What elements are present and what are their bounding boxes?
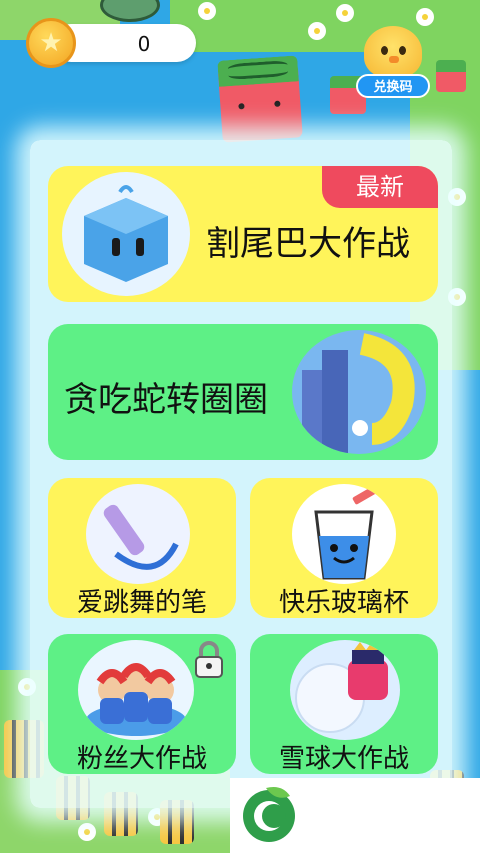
watermelon-block-decoration bbox=[217, 55, 303, 143]
leaf-logo-icon bbox=[236, 782, 302, 848]
game-card-snowball-battle[interactable]: 雪球大作战 bbox=[250, 634, 438, 774]
flower-decoration bbox=[200, 4, 214, 18]
game-title: 爱跳舞的笔 bbox=[76, 588, 207, 618]
game-card-snake-spin[interactable]: 贪吃蛇转圈圈 bbox=[48, 324, 438, 460]
coin-counter: 0 ★ bbox=[26, 18, 198, 68]
glass-thumbnail bbox=[292, 484, 396, 584]
fans-thumbnail bbox=[78, 640, 194, 740]
watermelon-block-decoration bbox=[436, 60, 466, 92]
game-title: 粉丝大作战 bbox=[76, 744, 207, 774]
flower-decoration bbox=[80, 825, 94, 839]
redeem-code-label: 兑换码 bbox=[356, 74, 430, 98]
whale-thumbnail bbox=[62, 172, 190, 296]
flower-decoration bbox=[310, 24, 324, 38]
pen-thumbnail bbox=[86, 484, 190, 584]
flower-decoration bbox=[450, 190, 464, 204]
redeem-code-button[interactable]: 兑换码 bbox=[356, 24, 430, 100]
game-card-happy-glass[interactable]: 快乐玻璃杯 bbox=[250, 478, 438, 618]
lock-icon bbox=[192, 639, 226, 679]
flower-decoration bbox=[418, 10, 432, 24]
game-title: 雪球大作战 bbox=[278, 744, 409, 774]
coin-value: 0 bbox=[137, 32, 151, 56]
star-coin-icon: ★ bbox=[26, 18, 76, 68]
flower-decoration bbox=[338, 6, 352, 20]
snowball-thumbnail bbox=[290, 640, 400, 740]
new-badge: 最新 bbox=[322, 166, 438, 208]
game-card-dancing-pen[interactable]: 爱跳舞的笔 bbox=[48, 478, 236, 618]
game-card-cut-tail[interactable]: 割尾巴大作战 最新 bbox=[48, 166, 438, 302]
game-title: 割尾巴大作战 bbox=[206, 224, 410, 264]
game-title: 快乐玻璃杯 bbox=[278, 588, 409, 618]
logo-area bbox=[230, 778, 480, 853]
flower-decoration bbox=[450, 290, 464, 304]
game-title: 贪吃蛇转圈圈 bbox=[64, 380, 268, 420]
chick-icon bbox=[364, 26, 422, 78]
snake-thumbnail bbox=[292, 330, 426, 454]
